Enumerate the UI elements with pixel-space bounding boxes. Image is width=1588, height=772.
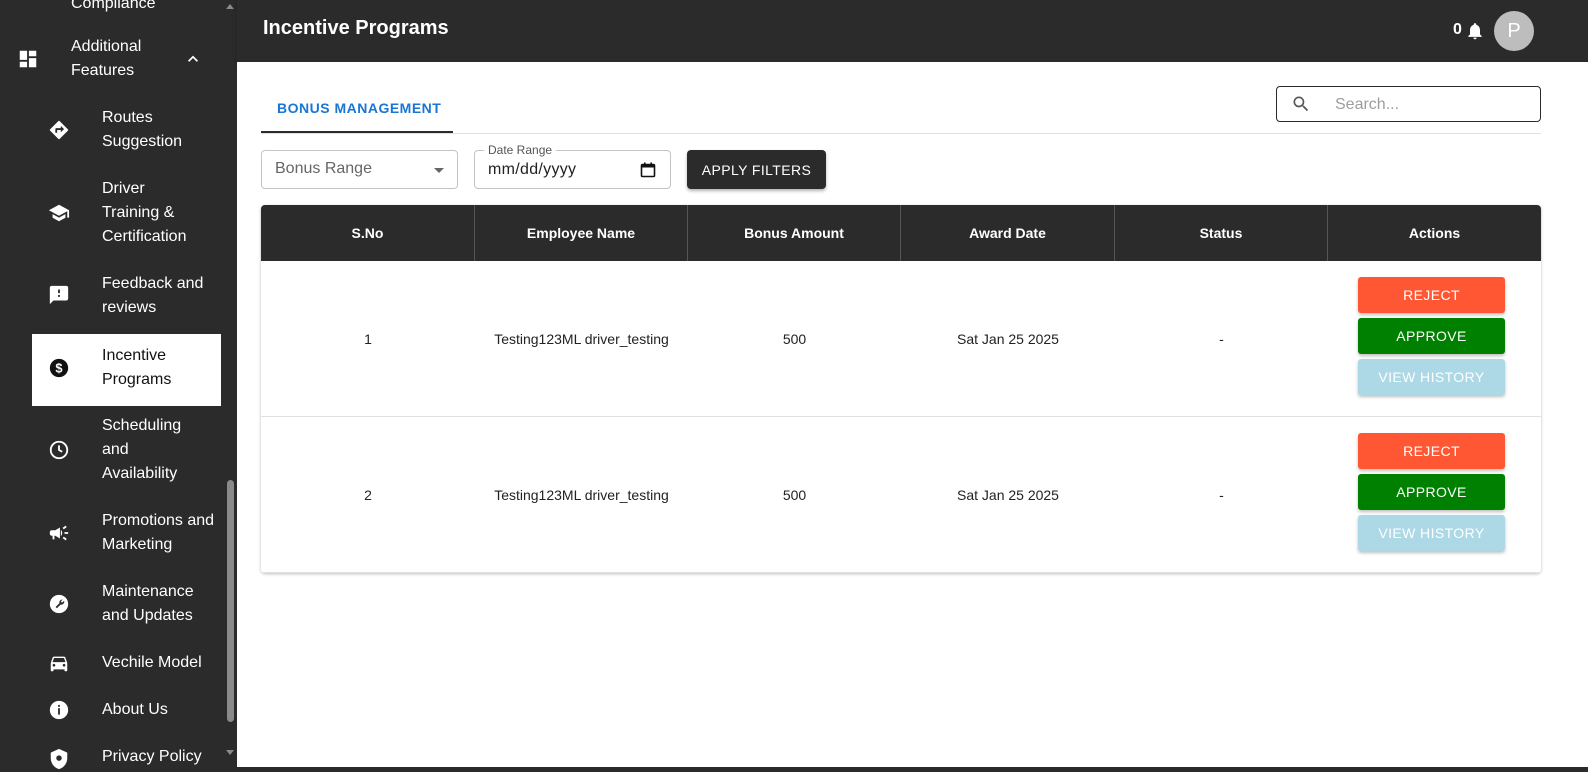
table-header: S.No Employee Name Bonus Amount Award Da… <box>261 205 1541 261</box>
sidebar-item-about-us[interactable]: About Us <box>102 698 168 722</box>
approve-button[interactable]: APPROVE <box>1358 318 1505 354</box>
reject-button[interactable]: REJECT <box>1358 277 1505 313</box>
sidebar-item-compliance-partial[interactable]: Compliance <box>71 0 155 16</box>
clock-icon <box>47 438 71 462</box>
sidebar-item-label: Incentive Programs <box>102 347 172 388</box>
sidebar-item-vehicle-model[interactable]: Vechile Model <box>102 651 202 675</box>
date-range-field[interactable]: Date Range mm/dd/yyyy <box>474 143 671 189</box>
dashboard-icon <box>16 47 40 71</box>
info-icon <box>47 698 71 722</box>
chevron-up-icon[interactable] <box>181 47 205 71</box>
cell-award-date: Sat Jan 25 2025 <box>957 331 1059 347</box>
main-content: BONUS MANAGEMENT Bonus Range Date Range … <box>237 62 1588 767</box>
cell-sno: 2 <box>364 487 372 503</box>
directions-icon <box>47 118 71 142</box>
tab-bonus-management[interactable]: BONUS MANAGEMENT <box>261 100 453 134</box>
shield-icon <box>47 747 71 771</box>
cell-status: - <box>1219 331 1224 347</box>
search-icon <box>1291 94 1311 114</box>
cell-award-date: Sat Jan 25 2025 <box>957 487 1059 503</box>
reject-button[interactable]: REJECT <box>1358 433 1505 469</box>
column-header-actions: Actions <box>1408 225 1461 241</box>
wrench-icon <box>47 592 71 616</box>
column-header-bonus-amount: Bonus Amount <box>688 205 901 261</box>
date-range-label: Date Range <box>484 143 557 157</box>
cell-employee-name: Testing123ML driver_testing <box>494 487 669 503</box>
cell-sno: 1 <box>364 331 372 347</box>
sidebar-item-privacy-policy[interactable]: Privacy Policy <box>102 745 202 769</box>
campaign-icon <box>47 521 71 545</box>
scroll-up-arrow[interactable] <box>226 4 234 9</box>
column-header-employee-name: Employee Name <box>475 205 688 261</box>
bottom-edge <box>237 767 1588 772</box>
svg-text:$: $ <box>55 361 62 376</box>
approve-button[interactable]: APPROVE <box>1358 474 1505 510</box>
sidebar-item-scheduling[interactable]: Scheduling and Availability <box>102 414 202 486</box>
tab-label: BONUS MANAGEMENT <box>277 100 442 116</box>
cell-bonus-amount: 500 <box>782 487 807 503</box>
avatar[interactable]: P <box>1494 11 1534 51</box>
column-header-status: Status <box>1115 205 1328 261</box>
sidebar-group-additional-features[interactable]: Additional Features <box>71 35 181 83</box>
view-history-button[interactable]: VIEW HISTORY <box>1358 515 1505 551</box>
column-header-award-date: Award Date <box>901 205 1115 261</box>
scrollbar-thumb[interactable] <box>227 480 234 722</box>
cell-status: - <box>1219 487 1224 503</box>
cell-bonus-amount: 500 <box>782 331 807 347</box>
dollar-icon: $ <box>47 356 71 380</box>
bell-icon[interactable] <box>1465 20 1487 42</box>
notification-count: 0 <box>1453 21 1462 38</box>
bonus-range-value: Bonus Range <box>275 160 372 177</box>
sidebar-item-maintenance[interactable]: Maintenance and Updates <box>102 580 217 628</box>
view-history-button[interactable]: VIEW HISTORY <box>1358 359 1505 395</box>
caret-down-icon <box>434 168 444 173</box>
car-icon <box>47 651 71 675</box>
scroll-down-arrow[interactable] <box>226 750 234 755</box>
table-row: 1 Testing123ML driver_testing 500 Sat Ja… <box>261 261 1541 417</box>
calendar-icon[interactable] <box>640 162 656 178</box>
column-header-sno: S.No <box>261 205 475 261</box>
school-icon <box>47 201 71 225</box>
sidebar-item-routes-suggestion[interactable]: Routes Suggestion <box>102 106 202 154</box>
sidebar-item-feedback[interactable]: Feedback and reviews <box>102 272 217 320</box>
sidebar-scrollbar[interactable] <box>224 0 237 772</box>
sidebar: Compliance Additional Features Routes Su… <box>0 0 237 772</box>
date-range-input[interactable]: mm/dd/yyyy <box>488 161 576 179</box>
sidebar-item-incentive-programs[interactable]: $ Incentive Programs <box>32 334 221 406</box>
apply-filters-button[interactable]: APPLY FILTERS <box>687 150 826 189</box>
feedback-icon <box>47 283 71 307</box>
bonus-range-select[interactable]: Bonus Range <box>261 150 458 189</box>
search-input[interactable] <box>1335 95 1525 115</box>
sidebar-item-driver-training[interactable]: Driver Training & Certification <box>102 177 202 249</box>
page-title: Incentive Programs <box>263 17 449 39</box>
tab-divider <box>261 133 1541 134</box>
cell-employee-name: Testing123ML driver_testing <box>494 331 669 347</box>
sidebar-item-promotions[interactable]: Promotions and Marketing <box>102 509 217 557</box>
table-row: 2 Testing123ML driver_testing 500 Sat Ja… <box>261 417 1541 573</box>
top-app-bar: Incentive Programs 0 P <box>237 0 1588 62</box>
search-box[interactable] <box>1276 86 1541 122</box>
bonus-table: S.No Employee Name Bonus Amount Award Da… <box>261 205 1541 573</box>
